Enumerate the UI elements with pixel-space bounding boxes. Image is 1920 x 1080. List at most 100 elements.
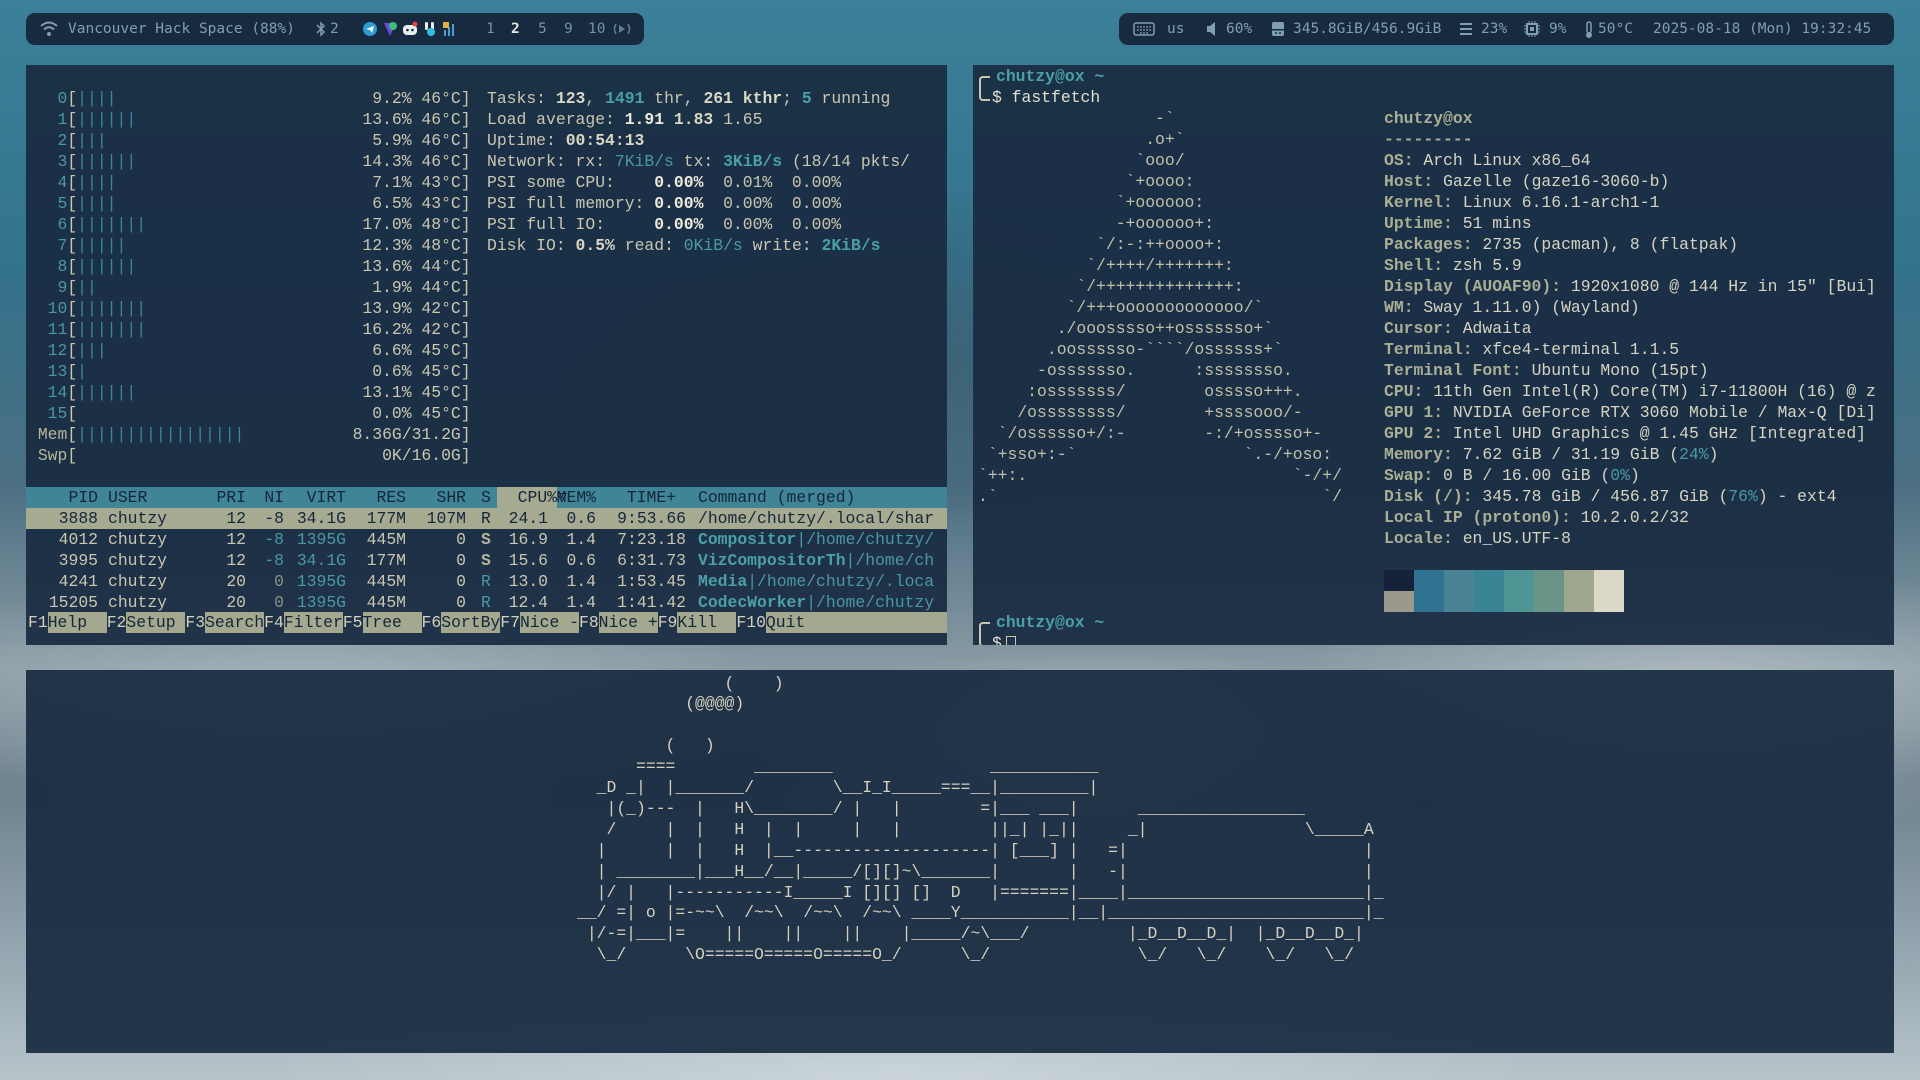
cpu-meter-bracket-open: [ [67,151,78,171]
keyboard-layout[interactable]: us [1167,13,1184,45]
info-key: Terminal Font [1384,361,1512,380]
color-swatch [1384,591,1414,612]
info-row-gpu-1: GPU 1: NVIDIA GeForce RTX 3060 Mobile / … [1384,402,1876,423]
keyboard-icon[interactable] [1133,21,1155,37]
sl-train-terminal-window[interactable]: ( ) (@@@@) ( ) ==== ________ ___________… [26,670,1894,1053]
logo-line: -+oooooo+: [978,214,1215,233]
table-row[interactable]: 4241 chutzy 20 0 1395G 445M 0 R 13.0 1.4 1:53.45 Me… [26,571,947,592]
info-key: Display (AUOAF90) [1384,277,1552,296]
workspace-1[interactable]: 1 [486,13,495,45]
process-path: /home/chutzy/.local/shar [698,508,935,528]
sort-indicator[interactable]: ▽ [557,487,567,508]
table-row[interactable]: 3888 chutzy 12 -8 34.1G 177M 107M R 24.1 0.6 9:53.… [26,507,947,529]
info-row-swap: Swap: 0 B / 16.00 GiB (0%) [1384,465,1640,486]
cpu-meter-label: 13 [47,361,68,381]
disk-icon[interactable] [1271,21,1285,37]
audio-output-icon[interactable] [612,21,632,37]
column-header-shr[interactable]: SHR [386,487,466,508]
process-pid: 4241 [58,571,98,591]
table-row[interactable]: 4012 chutzy 12 -8 1395G 445M 0 S 16.9 1.4 7:23.18 C… [26,529,947,550]
fkey-f9[interactable]: F9 [658,612,678,633]
wifi-icon[interactable] [40,21,58,37]
fastfetch-terminal-window[interactable]: chutzy@ox ~ $ fastfetch -` .o+` `ooo/ `+… [973,65,1894,645]
process-user: chutzy [108,571,168,591]
fkey-label-f6[interactable]: SortBy [441,612,501,633]
fkey-f6[interactable]: F6 [422,612,442,633]
disk-usage: 345.8GiB/456.9GiB [1293,21,1442,37]
info-segment: ; [782,88,802,108]
fkey-label-f3[interactable]: Search [205,612,265,633]
logo-line: .` `/ [978,487,1342,506]
train-line: __/ =| o |=-~~\ /~~\ /~~\ /~~\ ____Y____… [577,903,1384,923]
fkey-f10[interactable]: F10 [736,612,766,633]
workspace-2[interactable]: 2 [511,13,520,45]
column-header-s[interactable]: S [481,487,491,508]
info-key: Cursor [1384,319,1444,338]
cpu-meter-label: 0 [57,88,68,108]
info-row-terminal: Terminal: xfce4-terminal 1.1.5 [1384,339,1679,360]
column-header-mem[interactable]: MEM% [516,487,596,508]
fastfetch-title: chutzy@ox [1384,109,1473,128]
fkey-label-f7[interactable]: Nice - [519,612,579,633]
bluetooth-icon[interactable] [316,21,326,37]
process-path: /home/chutzy [816,592,935,612]
color-swatch [1564,591,1594,612]
column-header-user[interactable]: USER [108,487,147,508]
fkey-f8[interactable]: F8 [579,612,599,633]
cpu-meter-value: 9.2% 46°C [77,88,461,109]
table-row[interactable]: 15205 chutzy 20 0 1395G 445M 0 R 12.4 1.4 1:41.42 C… [26,592,947,613]
color-swatch [1534,570,1564,591]
fkey-label-f5[interactable]: Tree [362,612,422,633]
telegram-icon[interactable] [362,21,378,37]
logo-line: `+sso+:-` `.-/+oso: [978,445,1333,464]
info-row-terminal-font: Terminal Font: Ubuntu Mono (15pt) [1384,360,1709,381]
fkey-label-f10[interactable]: Quit [765,612,947,633]
process-time: 1:41.42 [617,592,686,612]
fkey-label-f8[interactable]: Nice + [598,612,658,633]
volume-icon[interactable] [1205,21,1219,37]
fkey-f2[interactable]: F2 [107,612,127,633]
column-header-command[interactable]: Command (merged) [698,487,855,508]
info-segment: tx: [673,151,724,171]
workspace-5[interactable]: 5 [538,13,547,45]
fkey-label-f4[interactable]: Filter [283,612,343,633]
cpu-meter-value: 6.6% 45°C [77,340,461,361]
info-row-kernel: Kernel: Linux 6.16.1-arch1-1 [1384,192,1659,213]
info-segment: Tasks: [487,88,556,108]
discord-icon[interactable] [402,21,418,37]
cpu-meter-bracket-close: ] [460,193,471,213]
fkey-f3[interactable]: F3 [185,612,205,633]
fkey-label-f1[interactable]: Help [47,612,107,633]
table-row[interactable]: 3995 chutzy 12 -8 34.1G 177M 0 S 15.6 0.6 6:31.73 V… [26,550,947,571]
slack-icon[interactable] [422,21,438,37]
process-user: chutzy [108,592,168,612]
workspace-9[interactable]: 9 [564,13,573,45]
protonvpn-icon[interactable] [382,21,398,37]
column-header-pid[interactable]: PID [26,487,98,508]
network-manager-icon[interactable] [442,21,458,37]
fkey-f5[interactable]: F5 [343,612,363,633]
cpu-meter-label: 8 [57,256,68,276]
process-command: Compositor|/home/chutzy/ [698,529,934,550]
fkey-label-f9[interactable]: Kill [677,612,737,633]
fkey-f7[interactable]: F7 [500,612,520,633]
fkey-f4[interactable]: F4 [264,612,284,633]
cpu-meter-bracket-close: ] [460,88,471,108]
column-header-time[interactable]: TIME+ [596,487,676,508]
cpu-meter-value: 14.3% 46°C [77,151,460,172]
fkey-label-f2[interactable]: Setup [126,612,186,633]
volume-level[interactable]: 60% [1226,13,1252,45]
color-swatch [1534,591,1564,612]
htop-window[interactable]: 0[|||| 9.2% 46°C] 1[|||||| 13.6% 46°C] 2[|||… [26,65,947,645]
fkey-f1[interactable]: F1 [28,612,48,633]
info-key: GPU 1 [1384,403,1434,422]
info-colon: : [1443,319,1463,338]
network-name[interactable]: Vancouver Hack Space (88%) [68,13,295,45]
cpu-meter: 12[||| 6.6% 45°C] [28,340,478,361]
command-separator: | [806,592,817,612]
clock[interactable]: 2025-08-18 (Mon) 19:32:45 [1653,13,1871,45]
info-key: Kernel [1384,193,1444,212]
cpu-meter-temp: 45°C [421,361,461,381]
cpu-meter-temp: 46°C [421,130,461,150]
workspace-10[interactable]: 10 [588,13,605,45]
